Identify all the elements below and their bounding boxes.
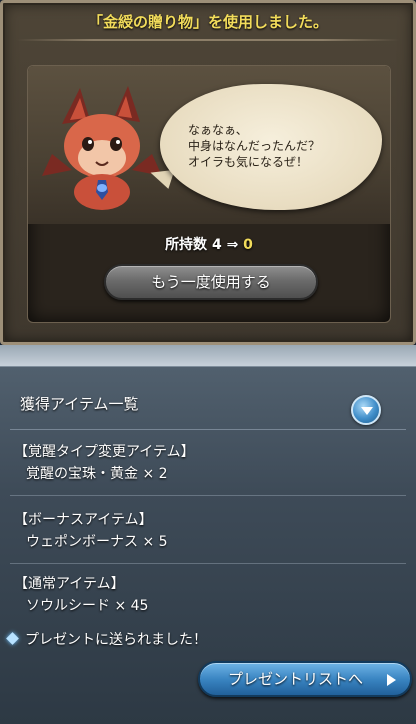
section-divider xyxy=(10,563,406,564)
speech-line: オイラも気になるぜ！ xyxy=(188,155,309,169)
diamond-icon xyxy=(6,632,19,645)
collapse-button[interactable] xyxy=(351,395,381,425)
chevron-down-icon xyxy=(361,407,373,415)
sent-message: プレゼントに送られました！ xyxy=(25,632,207,648)
reward-list-header: 獲得アイテム一覧 xyxy=(20,395,139,413)
reward-item: ソウルシード × 45 xyxy=(26,598,149,614)
dialog-title: 「金綬の贈り物」を使用しました。 xyxy=(87,13,328,31)
character-portrait xyxy=(42,86,162,210)
possess-to: 0 xyxy=(243,237,253,253)
section-divider xyxy=(10,495,406,496)
dialog-inner-panel: なぁなぁ、 中身はなんだったんだ？ オイラも気になるぜ！ 所持数 4 ⇒ 0 も… xyxy=(27,65,391,323)
present-list-button[interactable]: プレゼントリストへ xyxy=(198,661,412,697)
reward-section-title: 【ボーナスアイテム】 xyxy=(14,512,153,528)
use-item-dialog: 「金綬の贈り物」を使用しました。 なぁなぁ、 中身はなんだったんだ？ オイラも気… xyxy=(0,0,416,345)
panel-gap xyxy=(0,345,416,366)
sent-to-present-notice: プレゼントに送られました！ xyxy=(6,629,207,649)
play-arrow-icon xyxy=(387,674,396,686)
present-list-label: プレゼントリストへ xyxy=(228,670,364,688)
speech-line: なぁなぁ、 xyxy=(188,123,248,137)
possess-label: 所持数 xyxy=(165,237,208,253)
reward-item: ウェポンボーナス × 5 xyxy=(26,534,168,550)
use-again-button[interactable]: もう一度使用する xyxy=(104,264,318,300)
reward-section-title: 【覚醒タイプ変更アイテム】 xyxy=(14,444,195,460)
speech-line: 中身はなんだったんだ？ xyxy=(188,139,321,153)
possess-arrow: ⇒ xyxy=(226,237,239,253)
reward-list-panel: 獲得アイテム一覧 【覚醒タイプ変更アイテム】 覚醒の宝珠・黄金 × 2 【ボーナ… xyxy=(0,366,416,724)
title-divider xyxy=(17,39,399,41)
header-divider xyxy=(10,429,406,430)
reward-section-title: 【通常アイテム】 xyxy=(14,576,125,592)
reward-item: 覚醒の宝珠・黄金 × 2 xyxy=(26,466,168,482)
speech-text: なぁなぁ、 中身はなんだったんだ？ オイラも気になるぜ！ xyxy=(188,122,368,170)
speech-bubble: なぁなぁ、 中身はなんだったんだ？ オイラも気になるぜ！ xyxy=(160,84,382,210)
possess-count: 所持数 4 ⇒ 0 xyxy=(28,234,390,254)
speech-scene: なぁなぁ、 中身はなんだったんだ？ オイラも気になるぜ！ xyxy=(28,66,390,224)
possess-from: 4 xyxy=(211,237,222,253)
